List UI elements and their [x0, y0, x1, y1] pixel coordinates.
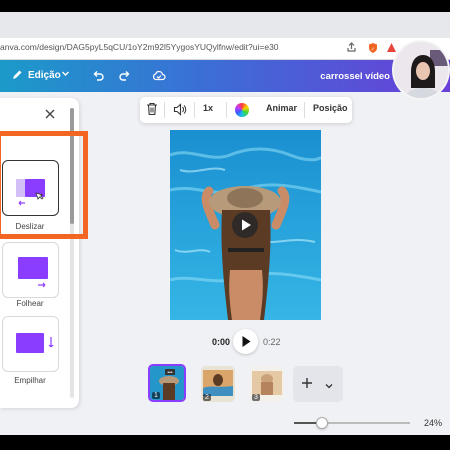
letterbox-top: [0, 0, 450, 12]
svg-text:✓: ✓: [371, 47, 375, 53]
browser-tab-strip: [0, 12, 450, 38]
canvas-play-button[interactable]: [232, 212, 258, 238]
redo-icon[interactable]: [118, 69, 131, 85]
animation-label-folhear: Folhear: [16, 299, 44, 308]
page-thumbnail-3[interactable]: 3: [250, 366, 284, 402]
share-icon[interactable]: [346, 42, 357, 56]
play-icon: [242, 336, 251, 347]
animation-card-folhear[interactable]: [2, 242, 59, 298]
element-toolbar: 1x Animar Posição: [140, 97, 352, 123]
current-time: 0:00: [212, 337, 231, 347]
plus-icon[interactable]: [301, 376, 313, 394]
chevron-down-icon[interactable]: [324, 378, 334, 396]
chevron-down-icon[interactable]: [61, 69, 70, 81]
total-time: 0:22: [263, 337, 281, 347]
undo-icon[interactable]: [92, 69, 105, 85]
edit-menu-label[interactable]: Edição: [28, 70, 61, 81]
video-canvas[interactable]: [170, 130, 321, 320]
animation-card-empilhar[interactable]: [2, 316, 59, 372]
volume-icon[interactable]: [173, 103, 187, 118]
position-button[interactable]: Posição: [313, 103, 348, 113]
webcam-overlay: [392, 40, 450, 100]
color-wheel-icon[interactable]: [235, 103, 249, 117]
page-thumbnail-1[interactable]: ••• 1: [148, 364, 186, 402]
pencil-icon[interactable]: [11, 69, 23, 84]
page-number: 2: [203, 394, 211, 401]
design-title[interactable]: carrossel vídeo: [320, 71, 390, 82]
play-button[interactable]: [233, 329, 258, 354]
page-number: 1: [152, 392, 160, 399]
zoom-slider-thumb[interactable]: [315, 417, 328, 429]
url-text[interactable]: anva.com/design/DAG5pyL5qCU/1oY2m92l5Yyg…: [0, 42, 279, 52]
speed-button[interactable]: 1x: [203, 103, 213, 113]
svg-text:•••: •••: [167, 370, 173, 376]
flip-animation-icon: [18, 257, 48, 288]
add-page-button[interactable]: [293, 366, 343, 402]
browser-address-bar[interactable]: anva.com/design/DAG5pyL5qCU/1oY2m92l5Yyg…: [0, 38, 450, 60]
brave-shield-icon[interactable]: ✓: [367, 42, 379, 57]
toolbar-divider: [226, 102, 227, 118]
highlight-box: [0, 131, 88, 239]
stack-animation-icon: [16, 333, 54, 353]
animation-label-empilhar: Empilhar: [14, 376, 46, 385]
page-number: 3: [252, 394, 260, 401]
page-thumbnail-2[interactable]: 2: [201, 366, 235, 402]
toolbar-divider: [304, 102, 305, 118]
close-icon[interactable]: [44, 107, 56, 125]
editor-top-bar: Edição carrossel vídeo: [0, 60, 450, 92]
zoom-level[interactable]: 24%: [424, 418, 442, 428]
screen: anva.com/design/DAG5pyL5qCU/1oY2m92l5Yyg…: [0, 0, 450, 450]
animate-button[interactable]: Animar: [266, 103, 297, 113]
toolbar-divider: [194, 102, 195, 118]
trash-icon[interactable]: [146, 102, 158, 118]
letterbox-bottom: [0, 435, 450, 450]
zoom-slider[interactable]: [294, 417, 410, 429]
toolbar-divider: [164, 102, 165, 118]
cloud-saved-icon[interactable]: [152, 69, 166, 85]
